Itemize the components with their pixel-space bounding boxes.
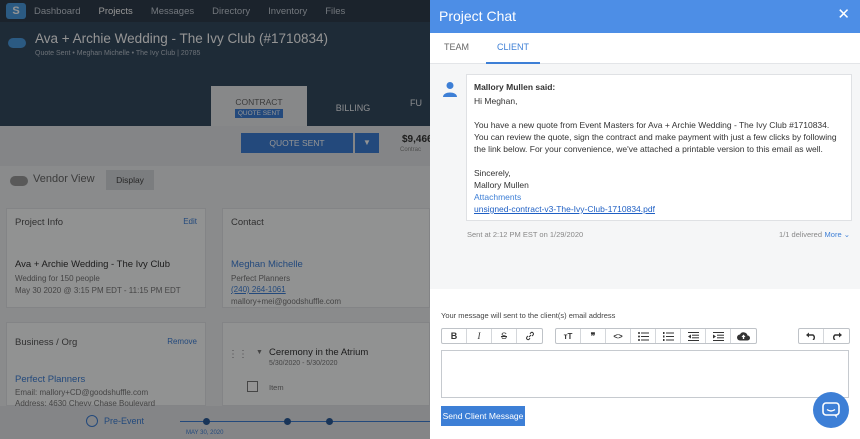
message-greeting: Hi Meghan, (474, 96, 518, 106)
message-list: Mallory Mullen said: Hi Meghan, You have… (430, 64, 860, 289)
redo-icon[interactable] (824, 329, 849, 343)
message-closing: Sincerely, (474, 168, 511, 178)
indent-icon[interactable] (706, 329, 731, 343)
chevron-down-icon: ⌄ (841, 230, 850, 239)
more-label: More (824, 230, 842, 239)
close-icon[interactable]: ✕ (837, 7, 850, 22)
modal-backdrop[interactable] (0, 0, 430, 439)
text-size-icon[interactable]: тT (556, 329, 581, 343)
message-signature: Mallory Mullen (474, 180, 529, 190)
bold-icon[interactable]: B (442, 329, 467, 343)
strikethrough-icon[interactable]: S (492, 329, 517, 343)
format-toolbar-history (798, 328, 850, 344)
link-icon[interactable] (517, 329, 542, 343)
send-client-message-button[interactable]: Send Client Message (441, 406, 525, 426)
chat-header: Project Chat ✕ (430, 0, 860, 33)
attachments-label: Attachments (474, 192, 522, 202)
italic-icon[interactable]: I (467, 329, 492, 343)
message-editor[interactable] (441, 350, 849, 398)
format-toolbar-blocks: тT ❞ <> (555, 328, 757, 344)
code-icon[interactable]: <> (606, 329, 631, 343)
quote-icon[interactable]: ❞ (581, 329, 606, 343)
upload-cloud-icon[interactable] (731, 329, 756, 343)
bullet-list-icon[interactable] (631, 329, 656, 343)
delivery-status: 1/1 delivered (779, 230, 822, 239)
numbered-list-icon[interactable] (656, 329, 681, 343)
chat-tabs: TEAM CLIENT (430, 33, 860, 64)
chat-title: Project Chat (439, 8, 517, 24)
outdent-icon[interactable] (681, 329, 706, 343)
tab-team[interactable]: TEAM (444, 33, 469, 64)
compose-note: Your message will sent to the client(s) … (441, 311, 616, 320)
user-avatar-icon (443, 82, 457, 97)
format-toolbar-basic: B I S (441, 328, 543, 344)
undo-icon[interactable] (799, 329, 824, 343)
message-sent-at: Sent at 2:12 PM EST on 1/29/2020 (467, 230, 584, 239)
help-chat-icon[interactable] (813, 392, 849, 428)
message-body: You have a new quote from Event Masters … (474, 120, 837, 154)
message-sender: Mallory Mullen said: (474, 82, 556, 92)
more-dropdown[interactable]: More ⌄ (825, 230, 850, 239)
message-bubble: Mallory Mullen said: Hi Meghan, You have… (466, 74, 852, 221)
attachment-link[interactable]: unsigned-contract-v3-The-Ivy-Club-171083… (474, 203, 844, 215)
tab-client[interactable]: CLIENT (486, 33, 541, 64)
